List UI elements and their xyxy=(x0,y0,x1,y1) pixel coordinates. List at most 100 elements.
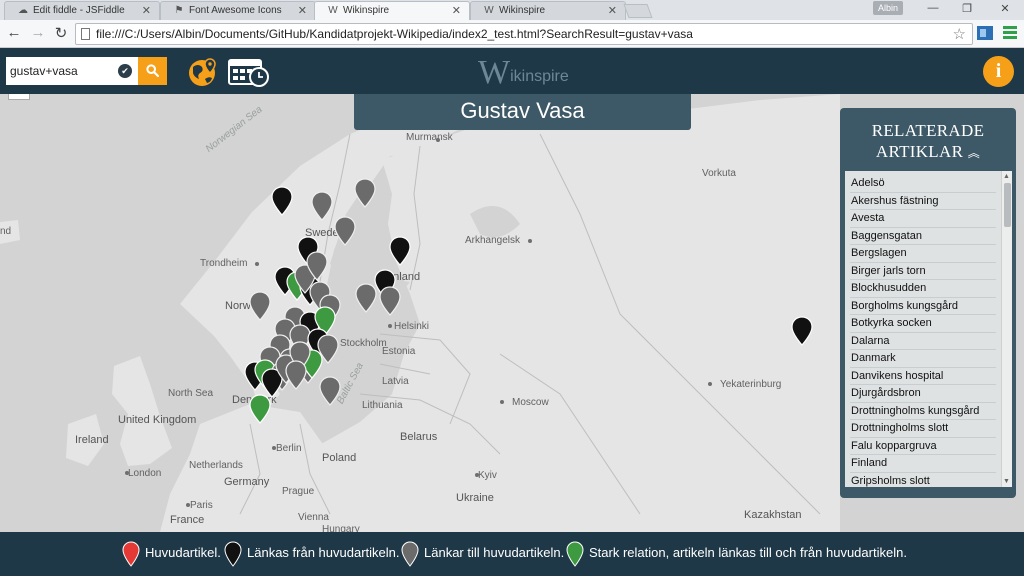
related-article-item[interactable]: Baggensgatan xyxy=(850,228,996,245)
map-label: London xyxy=(128,468,162,479)
map-label: Ukraine xyxy=(456,492,494,504)
browser-tab[interactable]: ☁ Edit fiddle - JSFiddle ✕ xyxy=(4,1,160,20)
search-icon xyxy=(146,64,159,77)
address-bar[interactable]: file:///C:/Users/Albin/Documents/GitHub/… xyxy=(75,23,973,45)
related-articles-list[interactable]: Adelsö Akershus fästning Avesta Baggensgata… xyxy=(845,171,1012,487)
map-marker-icon[interactable] xyxy=(306,251,328,281)
map-label: Kazakhstan xyxy=(744,509,802,521)
map-label: Poland xyxy=(322,452,357,464)
map-marker-icon[interactable] xyxy=(334,216,356,246)
map-label: Kyiv xyxy=(478,470,497,481)
map-label: Yekaterinburg xyxy=(720,379,782,390)
related-article-item[interactable]: Adelsö xyxy=(850,175,996,193)
logo-rest: ikinspire xyxy=(510,68,569,85)
reload-icon[interactable]: ↻ xyxy=(52,24,70,42)
related-article-item[interactable]: Drottningholms kungsgård xyxy=(850,403,996,420)
map-marker-icon[interactable] xyxy=(249,291,271,321)
close-icon[interactable]: ✕ xyxy=(452,4,461,17)
page-icon xyxy=(81,28,90,40)
related-article-item[interactable]: Gripsholms slott xyxy=(850,473,996,488)
related-article-item[interactable]: Blockhusudden xyxy=(850,280,996,298)
chevron-double-up-icon[interactable]: ︽ xyxy=(968,146,980,160)
map-label: Helsinki xyxy=(394,321,430,332)
map-marker-icon xyxy=(401,541,419,567)
info-button[interactable]: i xyxy=(983,56,1014,87)
map-marker-icon[interactable] xyxy=(389,236,411,266)
map-marker-icon[interactable] xyxy=(249,394,271,424)
user-badge[interactable]: Albin xyxy=(873,1,904,15)
map-label: Estonia xyxy=(382,346,416,357)
browser-tab[interactable]: W Wikinspire ✕ xyxy=(470,1,626,20)
related-articles-heading[interactable]: RELATERADE ARTIKLAR ︽ xyxy=(840,120,1016,164)
related-article-item[interactable]: Danmark xyxy=(850,350,996,368)
close-icon[interactable]: ✕ xyxy=(608,4,617,17)
minimize-icon[interactable]: — xyxy=(926,2,940,14)
map-label: Germany xyxy=(224,476,270,488)
zoom-control[interactable] xyxy=(8,94,30,100)
map-label: Paris xyxy=(190,500,213,511)
map-marker-icon[interactable] xyxy=(791,316,813,346)
related-heading-line2: ARTIKLAR xyxy=(875,142,964,161)
restore-icon[interactable]: ❐ xyxy=(960,2,974,15)
globe-map-marker-button[interactable] xyxy=(187,57,219,87)
close-icon[interactable]: ✕ xyxy=(142,4,151,17)
map-marker-icon[interactable] xyxy=(285,360,307,390)
related-article-item[interactable]: Avesta xyxy=(850,210,996,228)
wikipedia-icon: W xyxy=(328,5,338,16)
browser-menu-icon[interactable] xyxy=(1003,26,1017,40)
scroll-down-arrow-icon[interactable]: ▼ xyxy=(1003,478,1010,485)
map-marker-icon[interactable] xyxy=(311,191,333,221)
related-article-item[interactable]: Botkyrka socken xyxy=(850,315,996,333)
city-dot xyxy=(125,471,129,475)
map-label: North Sea xyxy=(168,388,214,399)
new-tab-button[interactable] xyxy=(623,4,653,18)
map-marker-icon[interactable] xyxy=(355,283,377,313)
related-article-item[interactable]: Djurgårdsbron xyxy=(850,385,996,403)
map-marker-icon xyxy=(566,541,584,567)
wikinspire-logo: Wikinspire xyxy=(478,54,569,92)
city-dot xyxy=(272,446,276,450)
url-text: file:///C:/Users/Albin/Documents/GitHub/… xyxy=(96,27,693,41)
map-marker-icon[interactable] xyxy=(379,286,401,316)
tab-label: Font Awesome Icons xyxy=(189,5,282,16)
bookmark-star-icon[interactable]: ☆ xyxy=(953,25,966,43)
map-label: nd xyxy=(0,226,12,237)
map-label: France xyxy=(170,514,205,526)
extension-icon[interactable] xyxy=(977,26,993,40)
tab-label: Wikinspire xyxy=(499,5,546,16)
city-dot xyxy=(388,324,392,328)
related-article-item[interactable]: Borgholms kungsgård xyxy=(850,298,996,315)
map-label: Hungary xyxy=(322,524,360,532)
related-article-item[interactable]: Danvikens hospital xyxy=(850,368,996,385)
map-label: Lithuania xyxy=(362,400,403,411)
related-article-item[interactable]: Drottningholms slott xyxy=(850,420,996,438)
city-dot xyxy=(500,400,504,404)
scroll-up-arrow-icon[interactable]: ▲ xyxy=(1003,173,1010,180)
scroll-thumb[interactable] xyxy=(1004,183,1011,227)
tab-label: Edit fiddle - JSFiddle xyxy=(33,5,125,16)
related-article-item[interactable]: Birger jarls torn xyxy=(850,263,996,280)
related-article-item[interactable]: Akershus fästning xyxy=(850,193,996,210)
legend-label: Stark relation, artikeln länkas till och… xyxy=(589,545,907,560)
close-window-icon[interactable]: ✕ xyxy=(998,2,1012,15)
forward-arrow-icon[interactable]: → xyxy=(29,24,47,41)
related-article-item[interactable]: Finland xyxy=(850,455,996,473)
close-icon[interactable]: ✕ xyxy=(298,4,307,17)
map-label: Latvia xyxy=(382,376,409,387)
calendar-clock-button[interactable] xyxy=(227,56,271,88)
browser-tab-active[interactable]: W Wikinspire ✕ xyxy=(314,1,470,20)
city-dot xyxy=(475,473,479,477)
search-button[interactable] xyxy=(138,57,167,85)
map-marker-icon[interactable] xyxy=(319,376,341,406)
scrollbar[interactable]: ▲ ▼ xyxy=(1001,171,1012,487)
related-article-item[interactable]: Dalarna xyxy=(850,333,996,350)
related-article-item[interactable]: Bergslagen xyxy=(850,245,996,263)
back-arrow-icon[interactable]: ← xyxy=(5,24,23,41)
city-dot xyxy=(708,382,712,386)
calendar-clock-icon xyxy=(228,59,269,87)
globe-marker-icon xyxy=(189,58,216,86)
map-marker-icon[interactable] xyxy=(354,178,376,208)
related-article-item[interactable]: Falu koppargruva xyxy=(850,438,996,455)
browser-tab[interactable]: ⚑ Font Awesome Icons ✕ xyxy=(160,1,316,20)
map-marker-icon[interactable] xyxy=(271,186,293,216)
